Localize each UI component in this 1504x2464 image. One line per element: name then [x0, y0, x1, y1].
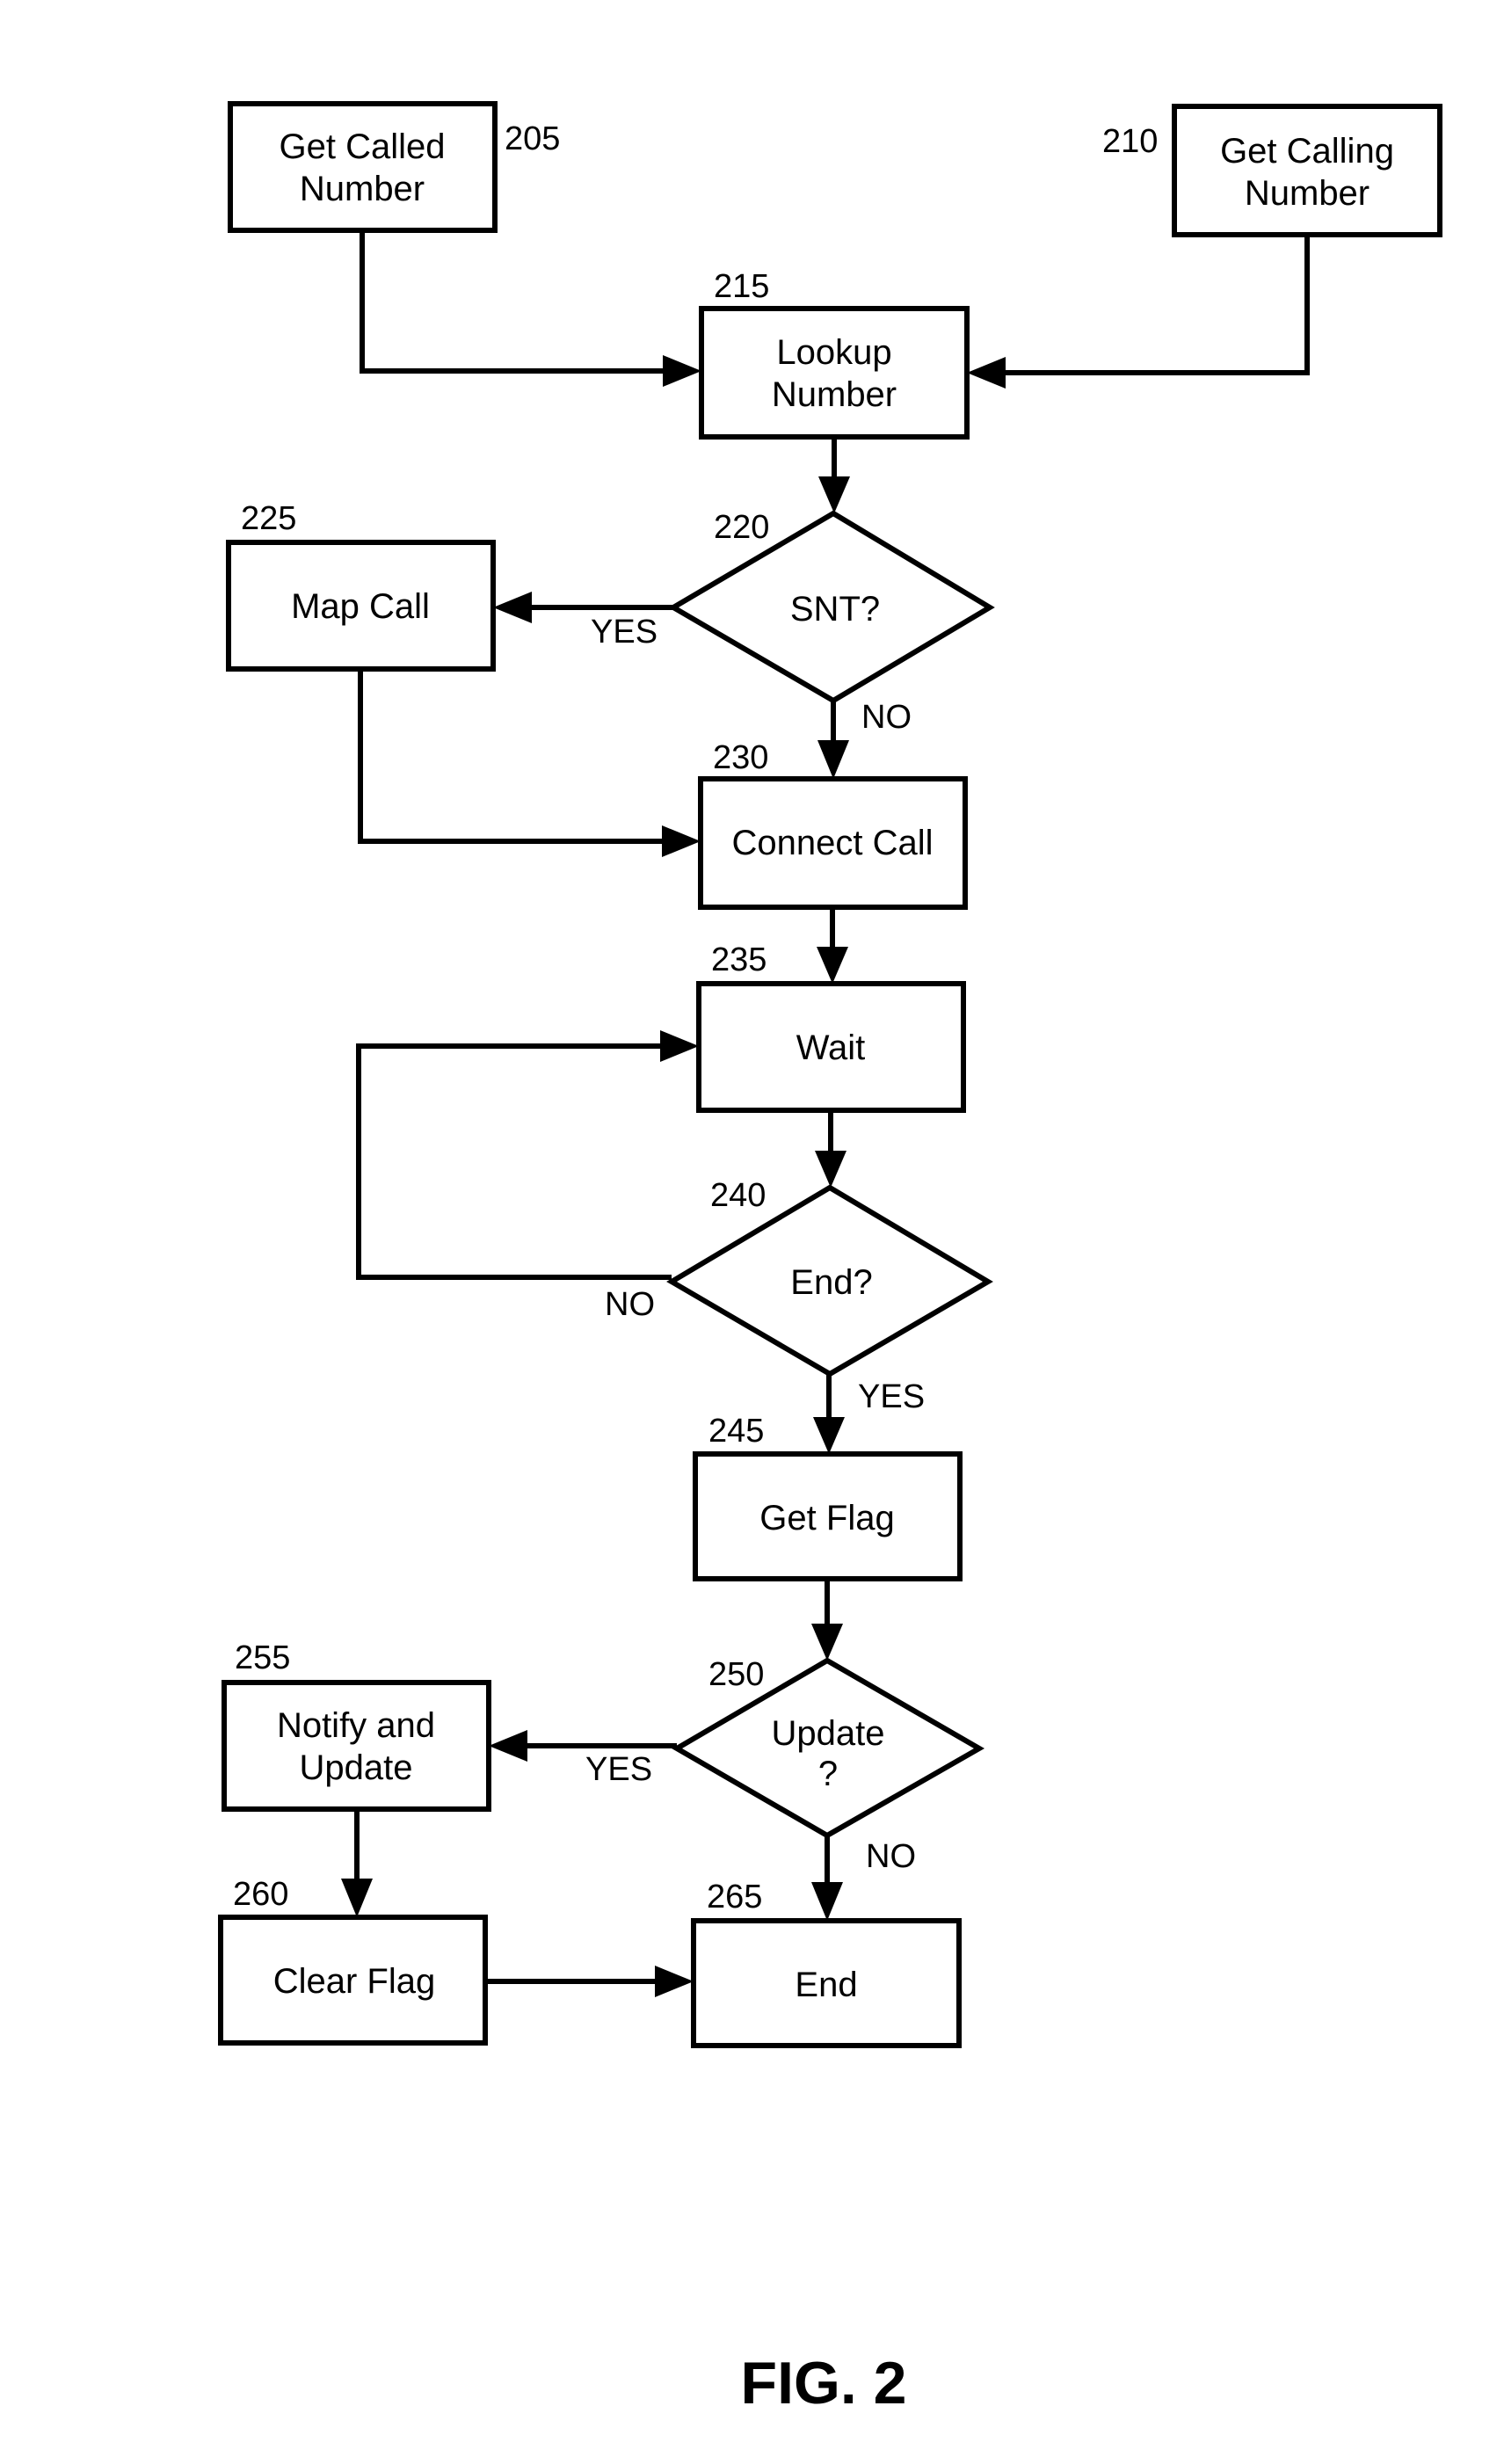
- process-box: [222, 1680, 491, 1812]
- node-205: Get Called Number 205: [228, 101, 560, 233]
- process-box: [1172, 104, 1442, 237]
- edge-225-230: [358, 669, 676, 844]
- arrowhead: [811, 1624, 843, 1661]
- node-label: End?: [790, 1263, 872, 1302]
- arrowhead: [493, 592, 532, 623]
- flowchart: Get Called Number 205 Get Calling Number…: [218, 101, 1442, 2417]
- edge-label-yes: YES: [585, 1751, 652, 1788]
- node-label: SNT?: [790, 590, 880, 629]
- reference-number: 225: [241, 500, 296, 537]
- arrowhead: [817, 740, 849, 779]
- node-220: SNT? 220 YES NO: [591, 509, 995, 736]
- node-label: Connect Call: [731, 824, 933, 862]
- arrowhead: [489, 1730, 527, 1762]
- node-label: Number: [772, 375, 897, 414]
- arrowhead: [341, 1879, 373, 1917]
- arrowhead: [818, 476, 850, 513]
- edge-205-215: [360, 230, 677, 374]
- arrowhead: [967, 357, 1006, 389]
- node-label: Number: [300, 170, 425, 208]
- node-label: Clear Flag: [273, 1962, 436, 2001]
- reference-number: 260: [233, 1876, 288, 1913]
- node-210: Get Calling Number 210: [1102, 104, 1442, 237]
- node-label: Number: [1245, 174, 1370, 213]
- node-250: Update ? 250 YES NO: [585, 1656, 985, 1875]
- reference-number: 235: [711, 941, 767, 978]
- node-240: End? 240 NO YES: [605, 1177, 993, 1415]
- node-label: Notify and: [277, 1706, 435, 1745]
- node-label: ?: [818, 1755, 838, 1793]
- arrowhead: [815, 1151, 846, 1188]
- edge-label-no: NO: [866, 1838, 916, 1875]
- edge-210-215: [992, 235, 1310, 375]
- reference-number: 230: [713, 739, 768, 776]
- node-label: Map Call: [291, 587, 430, 626]
- node-label: Lookup: [776, 333, 891, 372]
- arrowhead: [655, 1966, 694, 1997]
- arrowhead: [817, 947, 848, 984]
- patent-figure-page: Get Called Number 205 Get Calling Number…: [0, 0, 1504, 2464]
- arrowhead: [811, 1882, 843, 1921]
- reference-number: 250: [708, 1656, 764, 1693]
- node-label: Update: [300, 1748, 413, 1787]
- process-box: [699, 306, 970, 440]
- reference-number: 255: [235, 1639, 290, 1676]
- arrowhead: [663, 355, 701, 387]
- edge-label-yes: YES: [858, 1378, 925, 1415]
- node-255: Notify and Update 255: [222, 1639, 491, 1812]
- node-225: Map Call 225: [226, 500, 496, 672]
- process-box: [228, 101, 498, 233]
- arrowhead: [662, 825, 701, 857]
- node-label: Wait: [796, 1028, 866, 1067]
- reference-number: 205: [505, 120, 560, 157]
- edge-label-no: NO: [605, 1286, 655, 1323]
- node-label: Get Calling: [1220, 132, 1394, 171]
- node-label: End: [795, 1966, 857, 2004]
- node-label: Get Flag: [759, 1499, 894, 1537]
- reference-number: 245: [708, 1413, 764, 1450]
- figure-title: FIG. 2: [741, 2350, 907, 2417]
- reference-number: 265: [707, 1879, 762, 1915]
- reference-number: 210: [1102, 123, 1158, 160]
- arrowhead: [660, 1030, 699, 1062]
- reference-number: 215: [714, 268, 769, 305]
- node-215: Lookup Number 215: [699, 268, 970, 440]
- edge-label-no: NO: [861, 699, 912, 736]
- node-label: Update: [772, 1714, 885, 1753]
- edge-240-235-loop: [356, 1043, 674, 1280]
- arrowhead: [813, 1417, 845, 1454]
- reference-number: 220: [714, 509, 769, 546]
- edge-label-yes: YES: [591, 614, 658, 651]
- node-label: Get Called: [280, 127, 446, 166]
- reference-number: 240: [710, 1177, 766, 1214]
